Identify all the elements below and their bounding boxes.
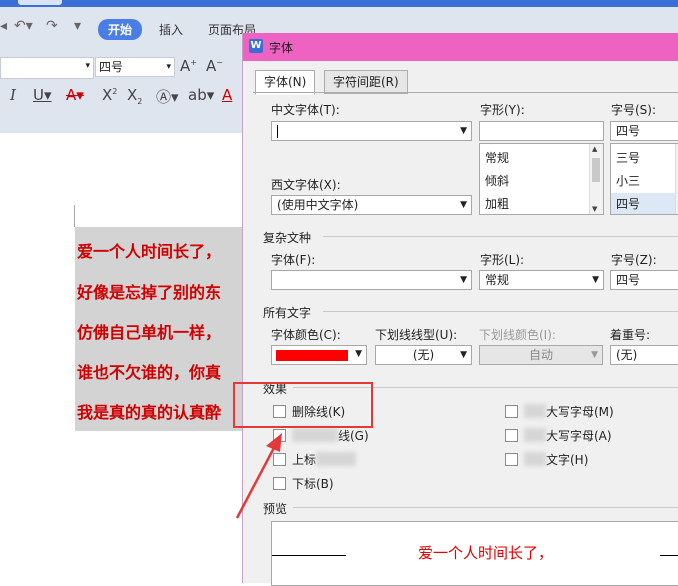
- annotation-arrowhead: [266, 433, 282, 452]
- annotation-arrow-layer: [235, 433, 282, 519]
- annotation-arrow: [235, 443, 278, 519]
